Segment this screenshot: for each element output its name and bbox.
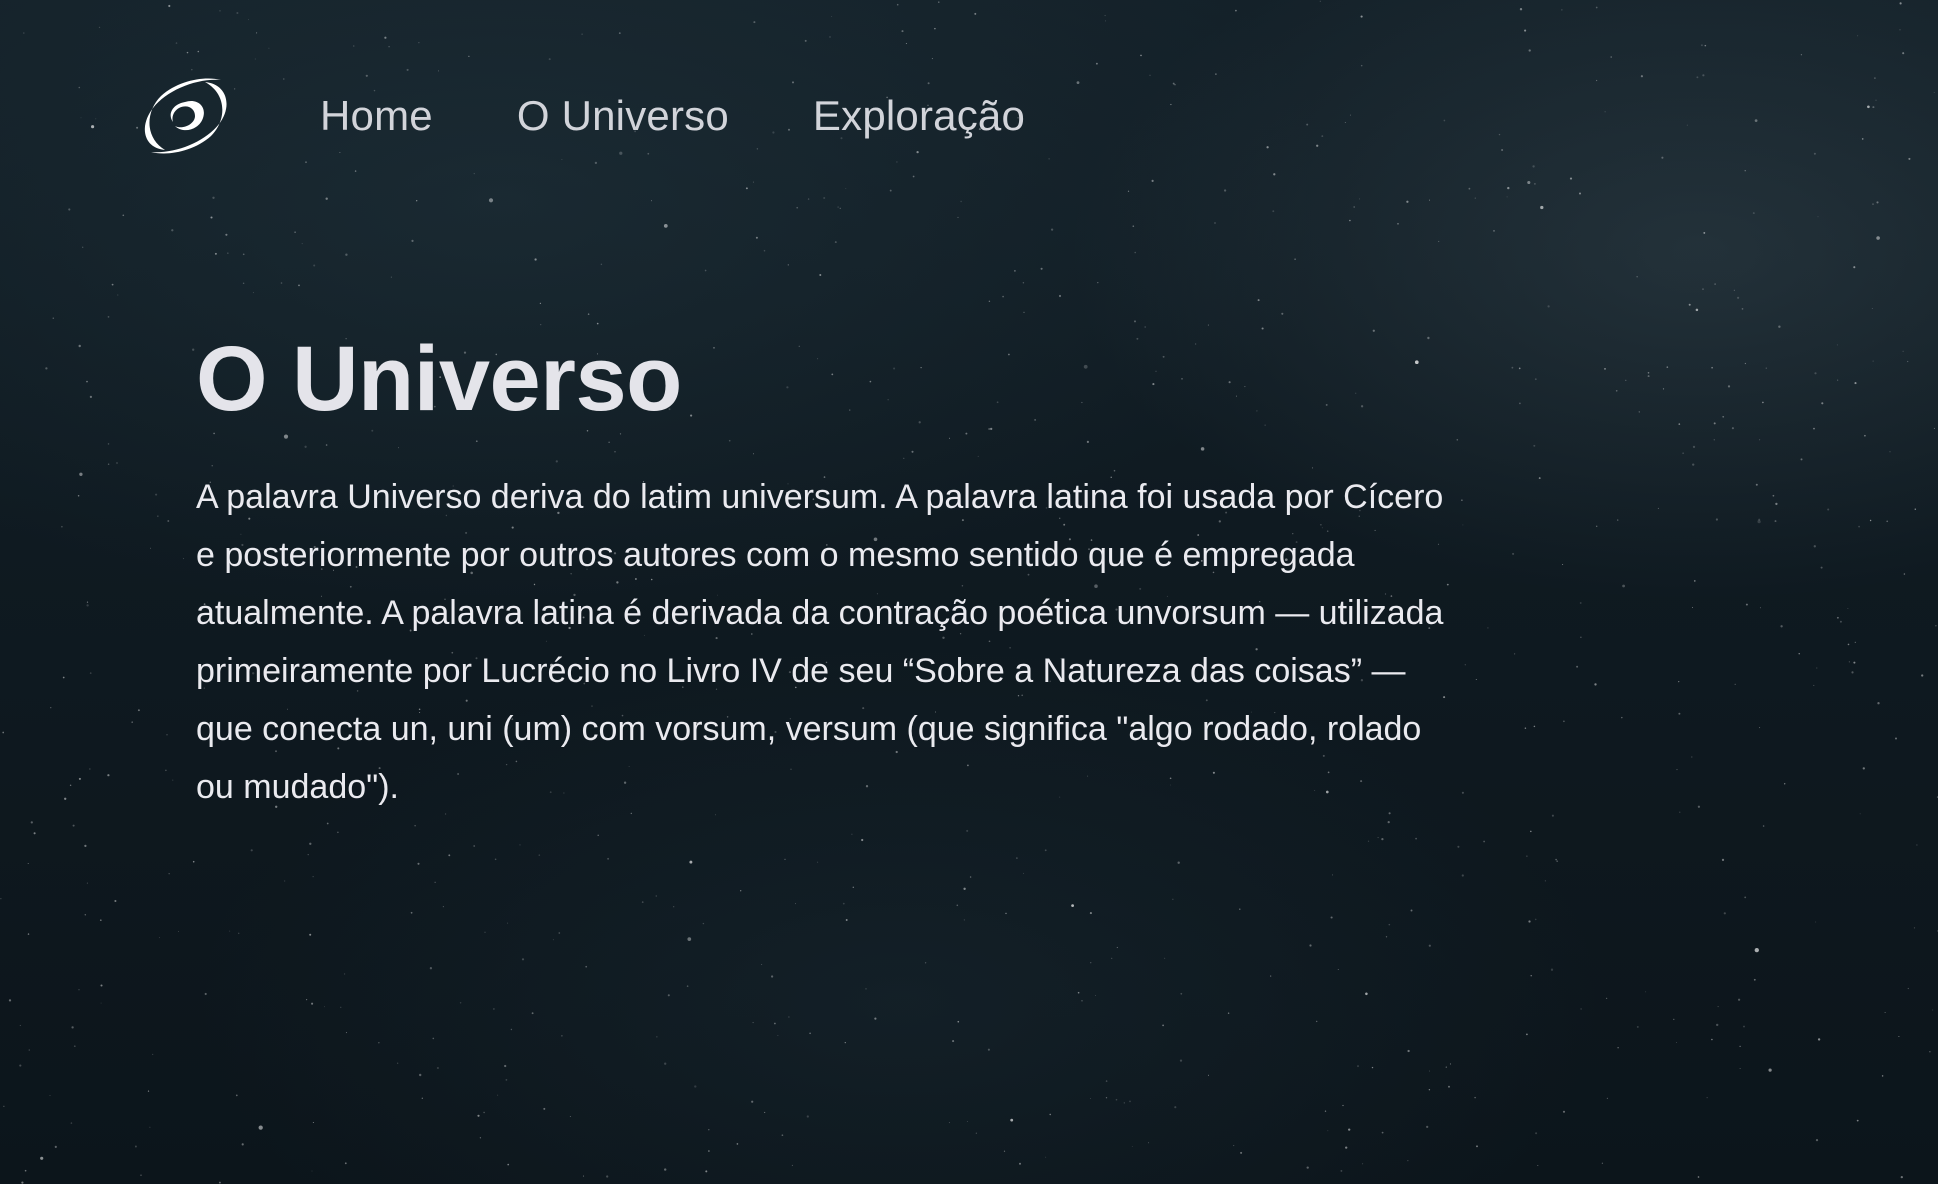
- main-content: O Universo A palavra Universo deriva do …: [196, 320, 1456, 816]
- page-title: O Universo: [196, 328, 682, 430]
- top-navigation: Home O Universo Exploração: [134, 68, 1025, 164]
- nav-menu: Home O Universo Exploração: [320, 92, 1025, 140]
- nav-link-home[interactable]: Home: [320, 92, 433, 140]
- galaxy-swirl-icon[interactable]: [134, 68, 236, 164]
- intro-paragraph: A palavra Universo deriva do latim unive…: [196, 478, 1444, 806]
- nav-link-exploracao[interactable]: Exploração: [813, 92, 1025, 140]
- nav-link-o-universo[interactable]: O Universo: [517, 92, 729, 140]
